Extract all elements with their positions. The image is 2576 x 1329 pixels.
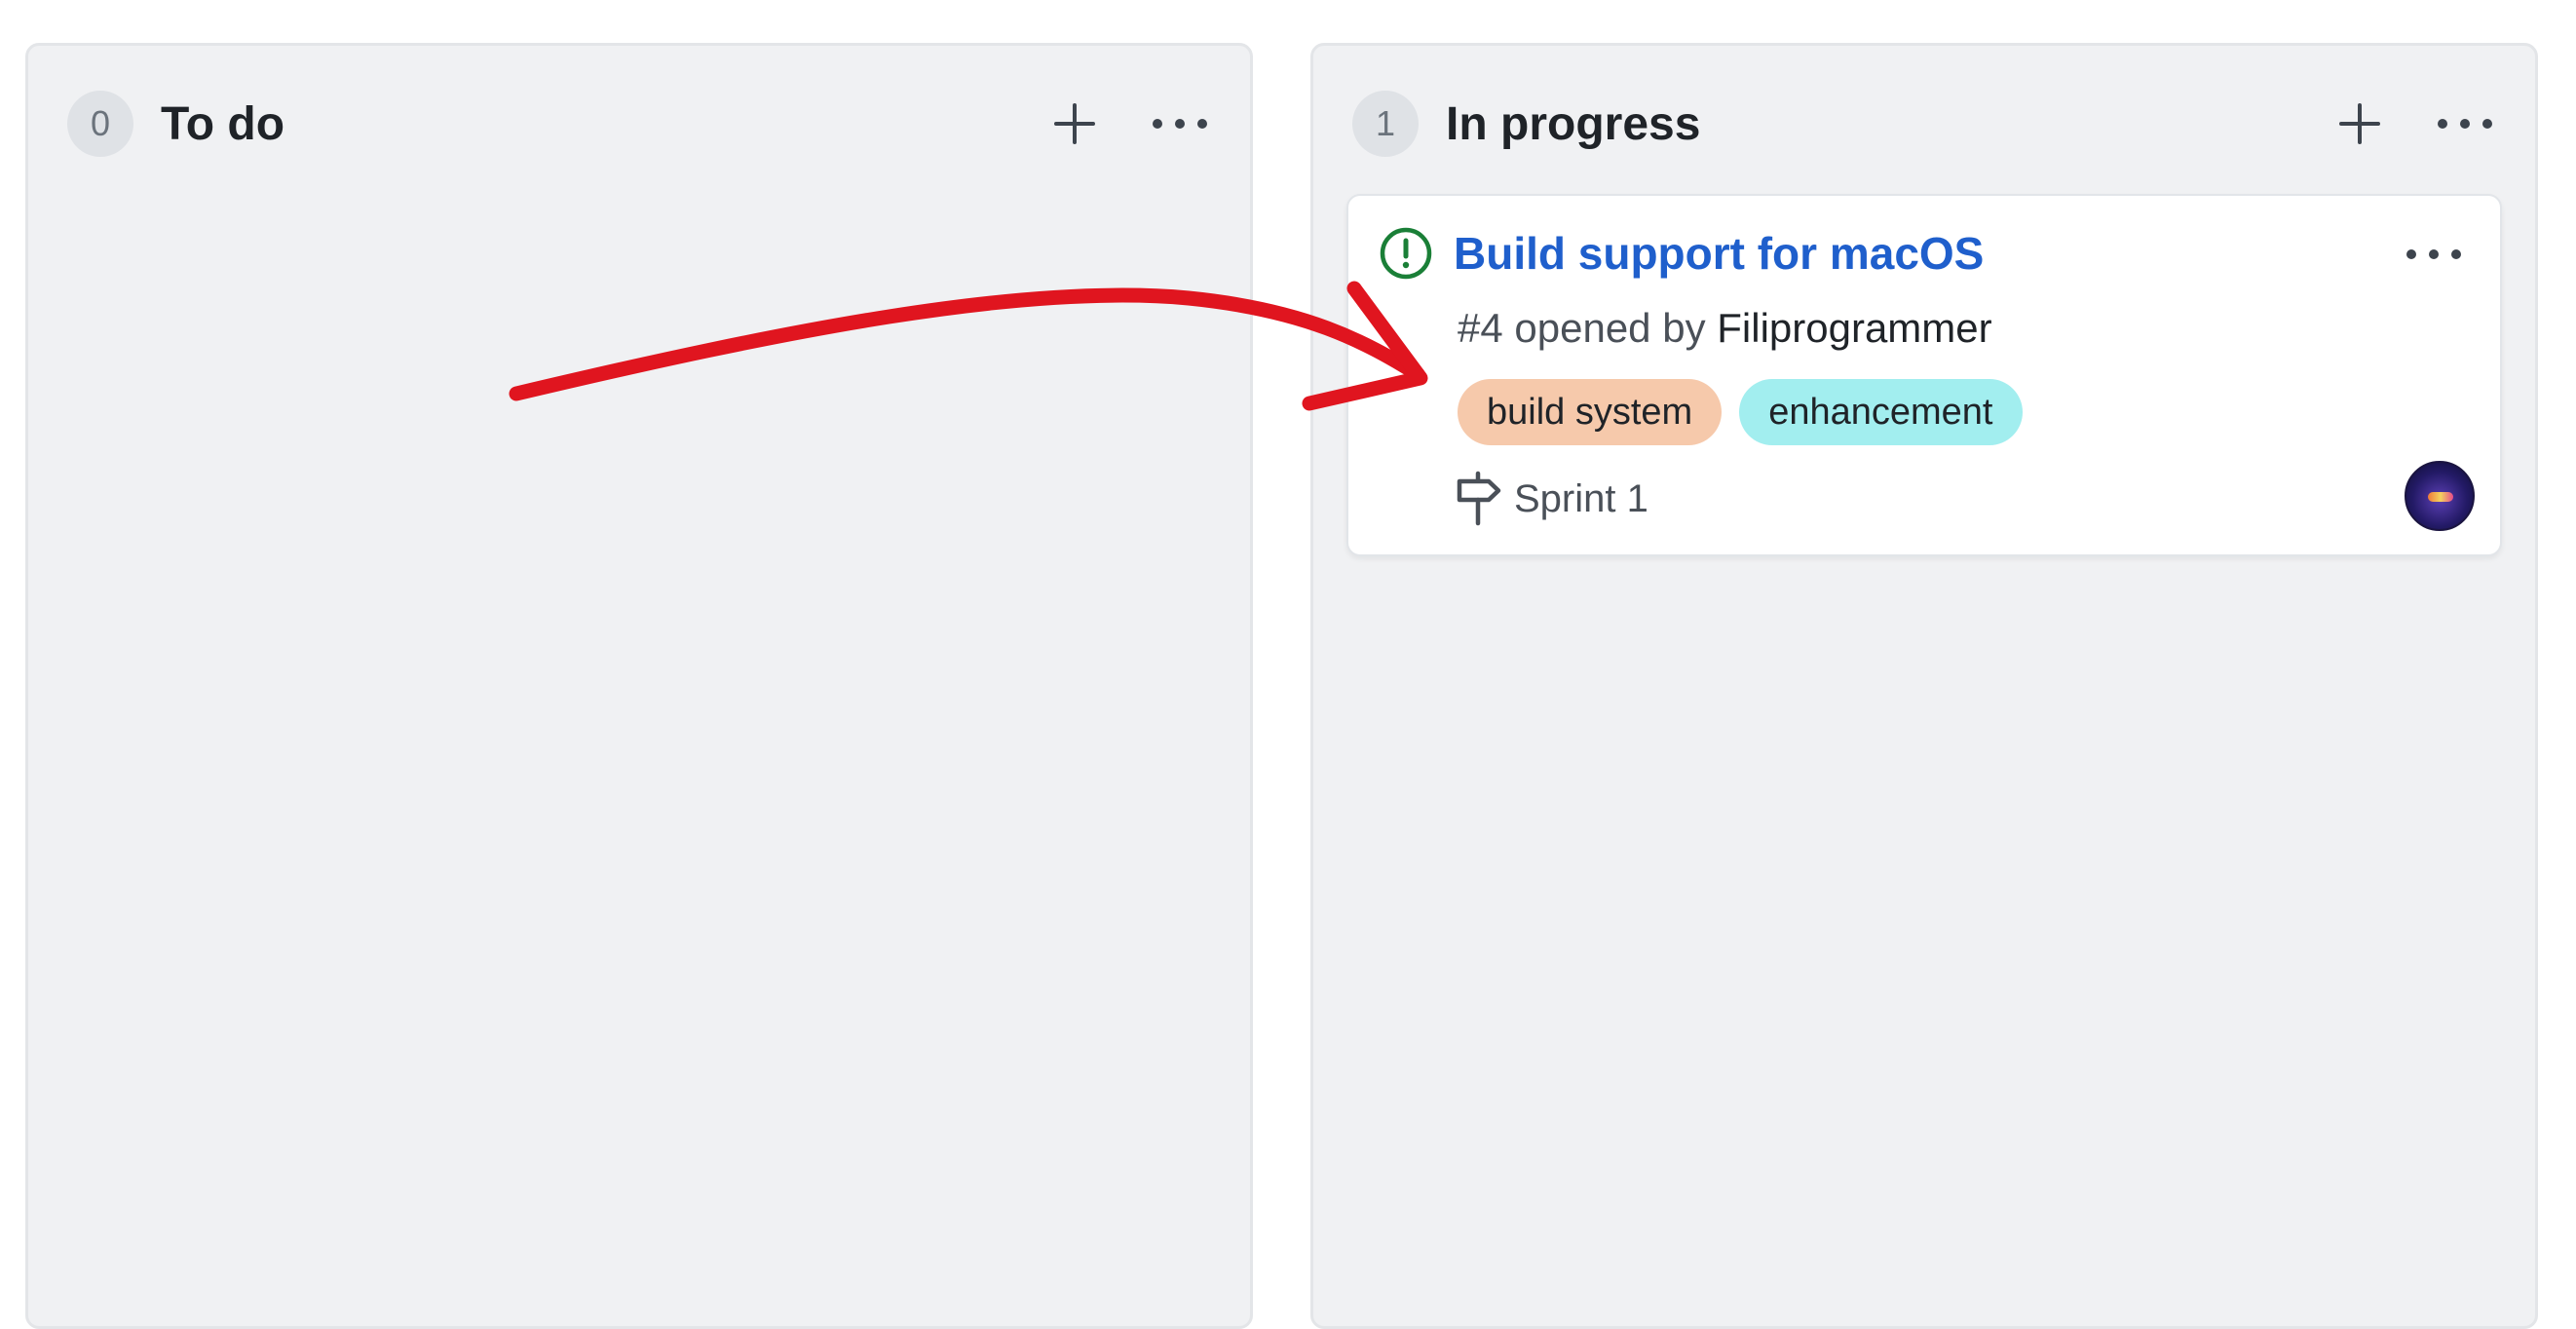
issue-card[interactable]: Build support for macOS #4 opened by Fil… [1346, 194, 2502, 556]
kebab-horizontal-icon [2438, 119, 2492, 129]
milestone[interactable]: Sprint 1 [1454, 471, 1648, 527]
column-todo: 0 To do [25, 43, 1253, 1329]
add-card-button[interactable] [1043, 93, 1106, 155]
column-header: 0 To do [67, 85, 1211, 163]
column-menu-button[interactable] [1149, 93, 1211, 155]
column-title: To do [161, 97, 285, 150]
plus-icon [2339, 103, 2380, 144]
issue-title-link[interactable]: Build support for macOS [1454, 227, 1984, 280]
issue-opened-icon [1380, 227, 1432, 280]
column-header: 1 In progress [1352, 85, 2496, 163]
milestone-label: Sprint 1 [1514, 476, 1648, 520]
kebab-horizontal-icon [2406, 249, 2461, 259]
assignee-avatar[interactable] [2405, 461, 2475, 531]
label-build-system[interactable]: build system [1458, 379, 1723, 445]
plus-icon [1054, 103, 1095, 144]
label-enhancement[interactable]: enhancement [1739, 379, 2023, 445]
issue-number: #4 [1458, 305, 1503, 351]
column-count-badge: 0 [67, 91, 133, 157]
issue-meta: #4 opened by Filiprogrammer [1458, 305, 1992, 352]
column-actions [2329, 93, 2496, 155]
column-count-badge: 1 [1352, 91, 1419, 157]
card-title-row: Build support for macOS [1378, 225, 1984, 282]
column-title: In progress [1446, 97, 1701, 150]
column-actions [1043, 93, 1211, 155]
milestone-icon [1457, 471, 1501, 526]
issue-author-link[interactable]: Filiprogrammer [1717, 305, 1991, 351]
label-list: build system enhancement [1458, 379, 2023, 445]
column-menu-button[interactable] [2434, 93, 2496, 155]
add-card-button[interactable] [2329, 93, 2391, 155]
opened-by-text: opened by [1514, 305, 1706, 351]
card-menu-button[interactable] [2403, 223, 2465, 285]
kebab-horizontal-icon [1153, 119, 1207, 129]
column-in-progress: 1 In progress Build support for macOS #4… [1310, 43, 2538, 1329]
